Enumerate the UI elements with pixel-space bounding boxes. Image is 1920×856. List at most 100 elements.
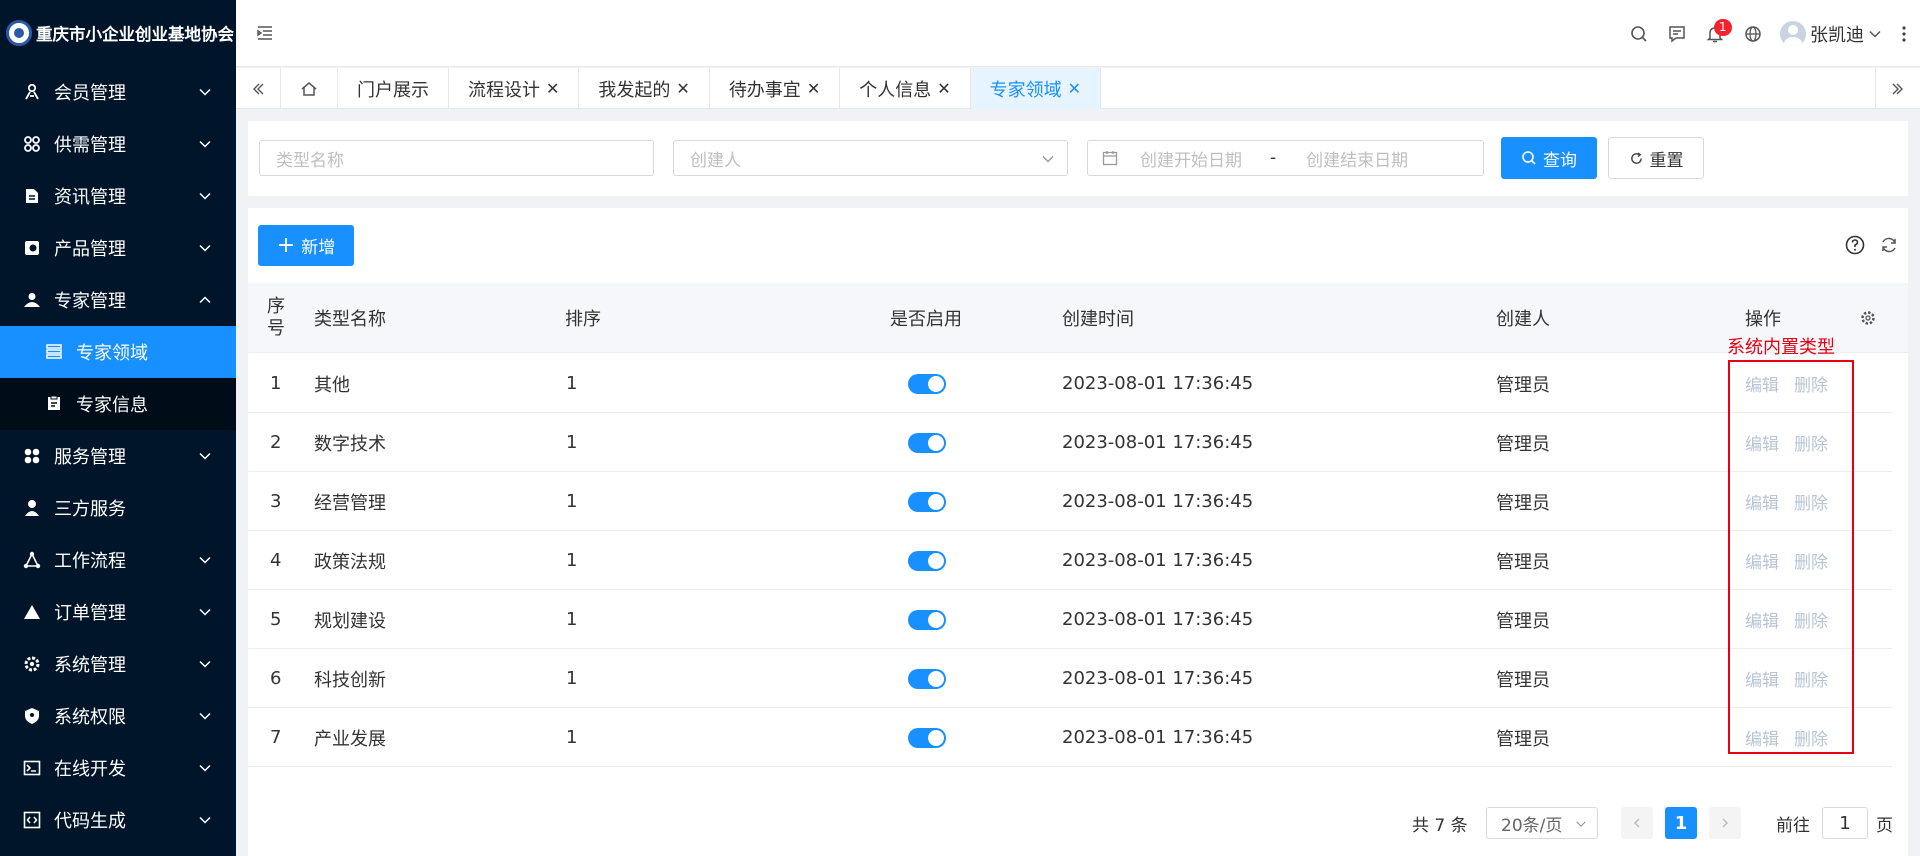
sidebar-item-label: 代码生成 (54, 811, 126, 832)
help-icon[interactable] (1844, 234, 1866, 256)
creator-select[interactable]: 创建人 (673, 140, 1068, 176)
page-size-select[interactable]: 20条/页 (1486, 807, 1598, 839)
sidebar-item-service[interactable]: 服务管理 (0, 430, 236, 482)
third-party-icon (22, 498, 42, 518)
close-icon[interactable]: ✕ (937, 79, 950, 98)
add-button[interactable]: + 新增 (258, 225, 354, 266)
chevron-down-icon (199, 192, 211, 200)
menu-fold-icon[interactable] (254, 22, 276, 44)
prev-page-button[interactable] (1621, 807, 1653, 839)
enabled-toggle[interactable] (908, 609, 946, 630)
enabled-toggle[interactable] (908, 727, 946, 748)
app-title: 重庆市小企业创业基地协会 (36, 25, 234, 44)
query-button[interactable]: 查询 (1501, 137, 1597, 179)
cell-creator: 管理员 (1496, 492, 1550, 514)
news-icon (22, 186, 42, 206)
cell-index: 2 (270, 432, 282, 453)
cell-index: 5 (270, 609, 282, 630)
product-icon (22, 238, 42, 258)
column-enabled: 是否启用 (890, 309, 962, 330)
sidebar-item-label: 系统管理 (54, 655, 126, 676)
tab-scroll-left-icon[interactable] (236, 68, 281, 109)
sidebar-subitem-expert-info[interactable]: 专家信息 (0, 378, 236, 430)
sidebar-item-codegen[interactable]: 代码生成 (0, 794, 236, 846)
tab-home[interactable] (281, 68, 338, 109)
sidebar-item-online-dev[interactable]: 在线开发 (0, 742, 236, 794)
sidebar-item-news[interactable]: 资讯管理 (0, 170, 236, 222)
tab-personal-info[interactable]: 个人信息 ✕ (840, 68, 971, 109)
app-logo[interactable]: 重庆市小企业创业基地协会 (0, 0, 236, 66)
table-row: 4 政策法规 1 2023-08-01 17:36:45 管理员 编辑 删除 (248, 531, 1892, 590)
tab-todo[interactable]: 待办事宜 ✕ (710, 68, 841, 109)
cell-sort: 1 (566, 373, 578, 394)
language-globe-icon[interactable] (1734, 15, 1772, 53)
tab-portal[interactable]: 门户展示 (338, 68, 449, 109)
sidebar-item-order[interactable]: 订单管理 (0, 586, 236, 638)
refresh-icon[interactable] (1878, 234, 1900, 256)
cell-index: 4 (270, 550, 282, 571)
close-icon[interactable]: ✕ (807, 79, 820, 98)
table-panel: + 新增 序号 类型名称 排序 是否启用 创建时间 创建人 操作 1 其他 1 … (248, 208, 1908, 856)
close-icon[interactable]: ✕ (546, 79, 559, 98)
cell-created-at: 2023-08-01 17:36:45 (1062, 609, 1254, 630)
reset-button[interactable]: 重置 (1608, 137, 1704, 179)
tab-label: 待办事宜 (728, 79, 801, 101)
user-menu[interactable]: 张凯迪 (1780, 20, 1882, 47)
enabled-toggle[interactable] (908, 668, 946, 689)
chevron-down-icon (199, 608, 211, 616)
code-icon (22, 810, 42, 830)
cell-sort: 1 (566, 668, 578, 689)
cell-creator: 管理员 (1496, 669, 1550, 691)
avatar (1780, 20, 1806, 47)
cell-sort: 1 (566, 491, 578, 512)
message-icon[interactable] (1658, 15, 1696, 53)
date-range-picker[interactable]: 创建开始日期 - 创建结束日期 (1087, 140, 1484, 176)
cell-enabled (908, 649, 946, 708)
table-row: 2 数字技术 1 2023-08-01 17:36:45 管理员 编辑 删除 (248, 413, 1892, 472)
more-vertical-icon[interactable] (1892, 15, 1916, 53)
chevron-down-icon (1869, 30, 1881, 38)
sidebar-item-system[interactable]: 系统管理 (0, 638, 236, 690)
tab-process-design[interactable]: 流程设计 ✕ (449, 68, 580, 109)
tab-my-initiated[interactable]: 我发起的 ✕ (579, 68, 710, 109)
table-row: 7 产业发展 1 2023-08-01 17:36:45 管理员 编辑 删除 (248, 708, 1892, 767)
type-name-input[interactable]: 类型名称 (259, 140, 654, 176)
supply-icon (22, 134, 42, 154)
cell-enabled (908, 708, 946, 767)
expert-icon (22, 290, 42, 310)
members-icon (22, 82, 42, 102)
enabled-toggle[interactable] (908, 550, 946, 571)
enabled-toggle[interactable] (908, 432, 946, 453)
notification-bell-icon[interactable]: 1 (1696, 15, 1734, 53)
enabled-toggle[interactable] (908, 373, 946, 394)
sidebar-item-workflow[interactable]: 工作流程 (0, 534, 236, 586)
next-page-button[interactable] (1709, 807, 1741, 839)
enabled-toggle[interactable] (908, 491, 946, 512)
sidebar-item-third-party[interactable]: 三方服务 (0, 482, 236, 534)
sidebar-item-product[interactable]: 产品管理 (0, 222, 236, 274)
goto-page-input[interactable]: 1 (1822, 807, 1868, 839)
refresh-icon (1630, 151, 1642, 164)
cell-name: 其他 (314, 374, 350, 396)
sidebar-item-supply[interactable]: 供需管理 (0, 118, 236, 170)
order-icon (22, 602, 42, 622)
chevron-down-icon (199, 816, 211, 824)
page-suffix: 页 (1876, 815, 1893, 836)
close-icon[interactable]: ✕ (676, 79, 689, 98)
page-number-button[interactable]: 1 (1665, 807, 1697, 839)
sidebar-subitem-expert-field[interactable]: 专家领域 (0, 326, 236, 378)
sidebar-item-members[interactable]: 会员管理 (0, 66, 236, 118)
sidebar-item-label: 三方服务 (54, 499, 126, 520)
tab-scroll-right-icon[interactable] (1875, 68, 1920, 109)
tab-expert-field[interactable]: 专家领域 ✕ (970, 68, 1102, 109)
column-settings-icon[interactable] (1860, 283, 1876, 353)
search-icon[interactable] (1620, 15, 1658, 53)
cell-created-at: 2023-08-01 17:36:45 (1062, 373, 1254, 394)
sidebar-item-label: 订单管理 (54, 603, 126, 624)
sidebar-item-label: 产品管理 (54, 239, 126, 260)
cell-created-at: 2023-08-01 17:36:45 (1062, 727, 1254, 748)
sidebar-item-expert[interactable]: 专家管理 (0, 274, 236, 326)
cell-sort: 1 (566, 550, 578, 571)
close-icon[interactable]: ✕ (1068, 79, 1081, 98)
sidebar-item-permission[interactable]: 系统权限 (0, 690, 236, 742)
